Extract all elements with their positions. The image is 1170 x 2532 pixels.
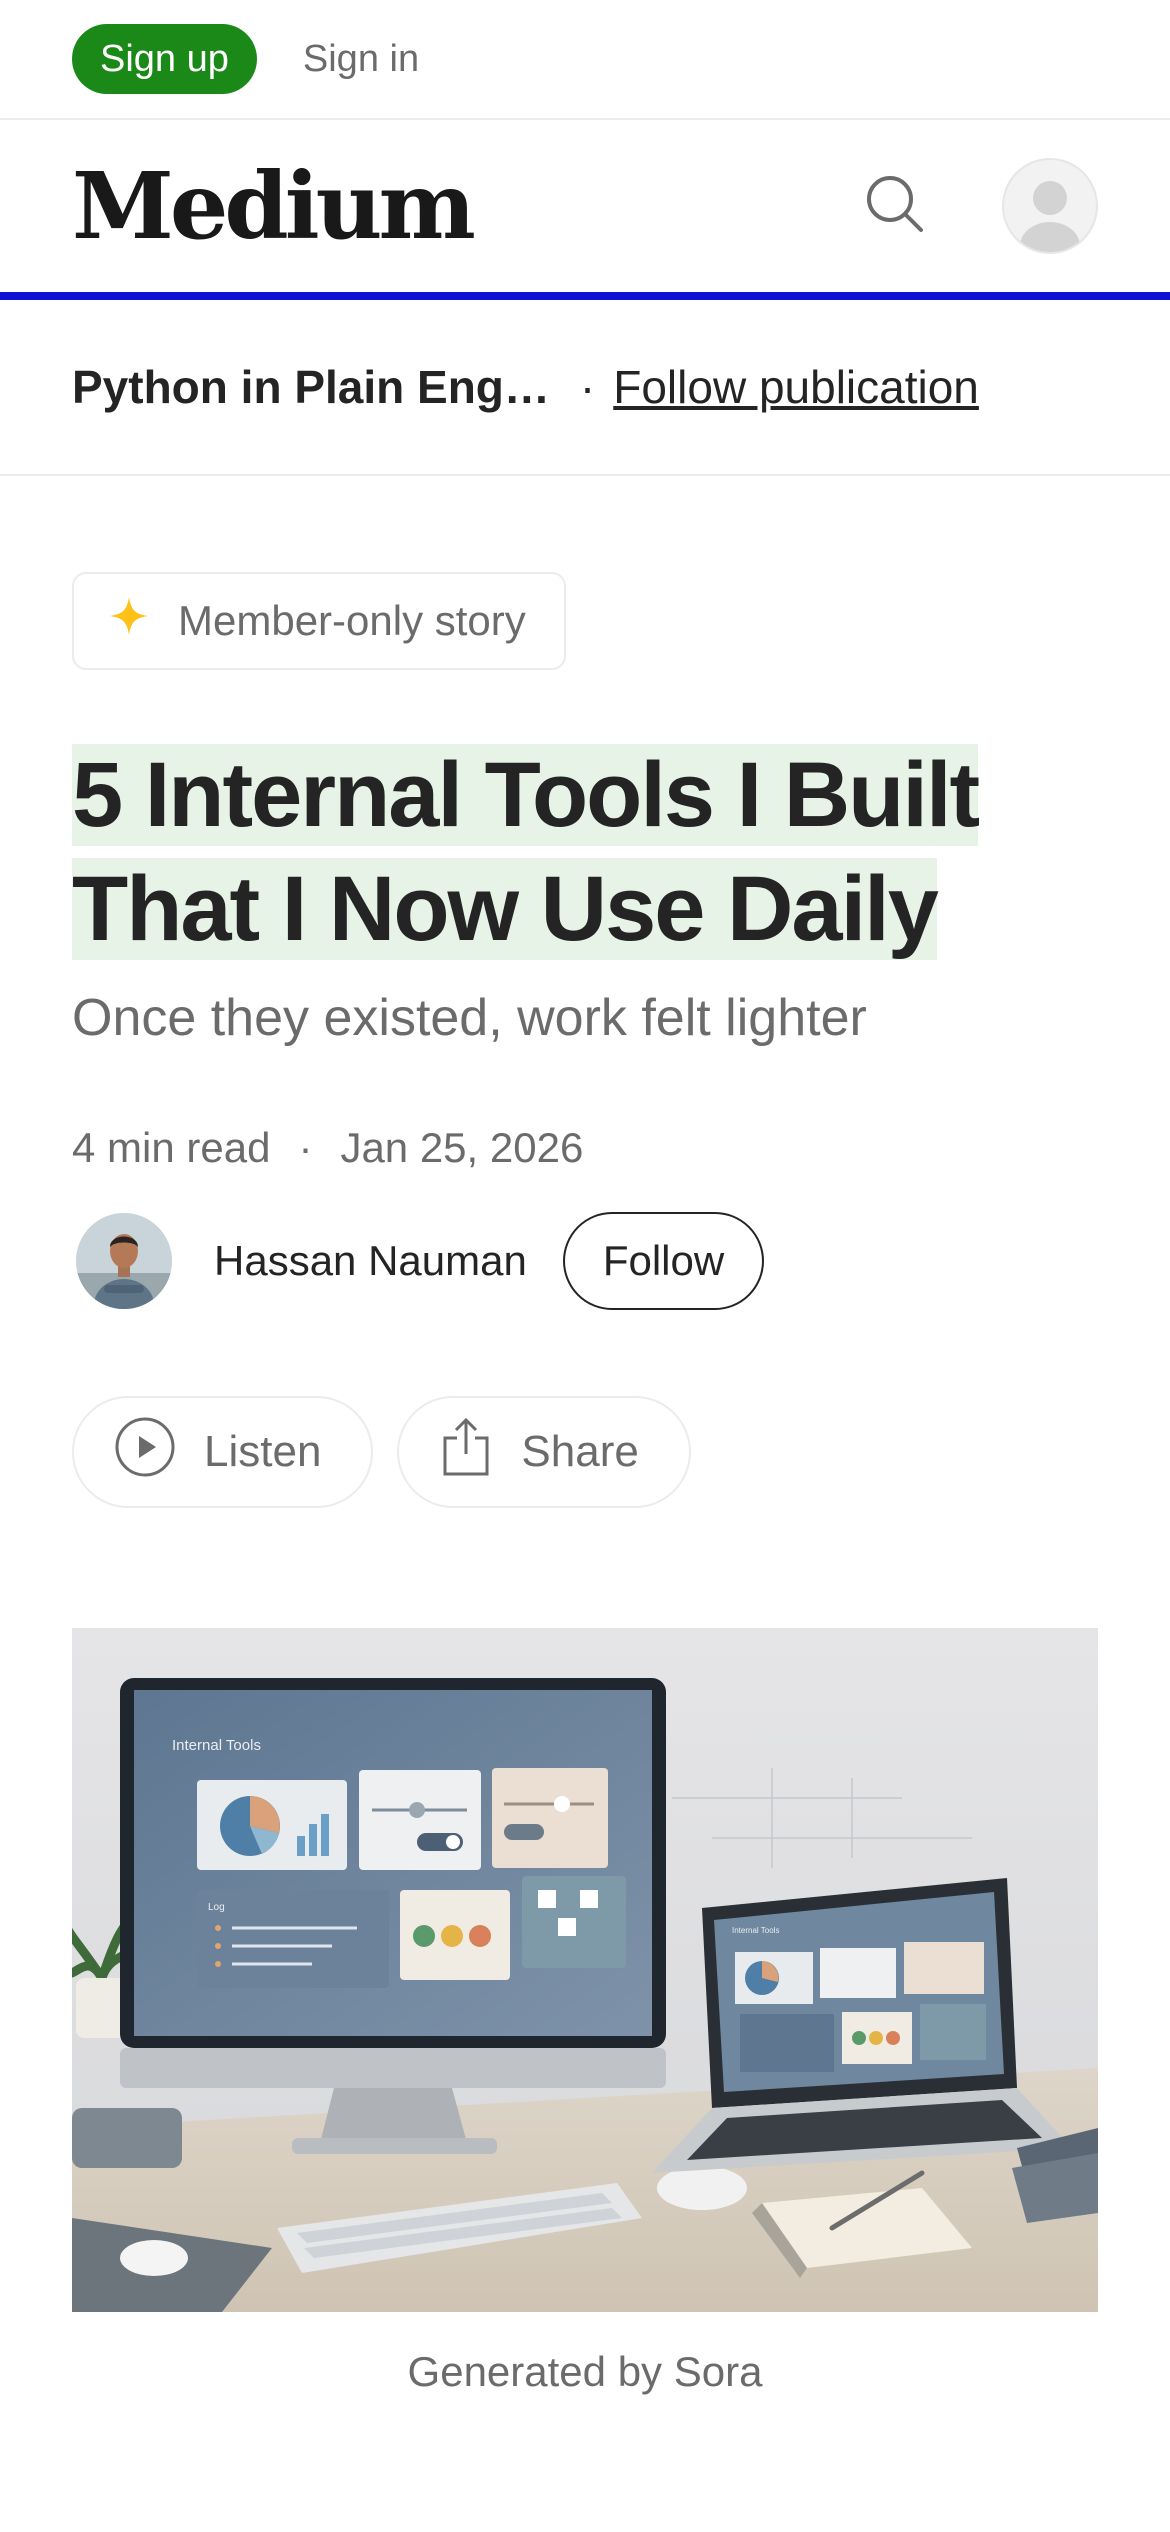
separator: · <box>579 361 596 413</box>
search-icon[interactable] <box>864 173 926 240</box>
author-name[interactable]: Hassan Nauman <box>214 1237 527 1285</box>
listen-label: Listen <box>204 1427 322 1476</box>
share-icon <box>439 1416 493 1489</box>
sign-up-button[interactable]: Sign up <box>72 24 257 94</box>
article-title: 5 Internal Tools I Built That I Now Use … <box>72 738 1098 966</box>
follow-publication-link[interactable]: Follow publication <box>613 360 979 414</box>
share-label: Share <box>521 1427 639 1476</box>
publish-date: Jan 25, 2026 <box>340 1124 584 1171</box>
follow-author-button[interactable]: Follow <box>562 1212 765 1310</box>
badge-label: Member-only story <box>178 597 526 644</box>
sign-in-link[interactable]: Sign in <box>303 38 419 81</box>
log-label: Log <box>208 1902 225 1913</box>
image-caption: Generated by Sora <box>407 2348 763 2395</box>
publication-bar: Python in Plain Eng… · Follow publicatio… <box>0 300 1170 476</box>
hero-image: Internal Tools Log Internal Tools <box>72 1628 1098 2312</box>
member-only-badge: Member-only story <box>72 572 566 670</box>
article-meta: 4 min read · Jan 25, 2026 <box>72 1124 1098 1172</box>
header-actions <box>864 158 1098 254</box>
top-bar: Sign up Sign in <box>0 0 1170 120</box>
share-button[interactable]: Share <box>397 1396 691 1508</box>
title-line-1: 5 Internal Tools I Built <box>72 744 980 846</box>
article-actions: Listen Share <box>72 1396 1098 1508</box>
monitor-label: Internal Tools <box>172 1737 261 1754</box>
medium-logo[interactable]: Medium <box>72 152 476 260</box>
header: Medium <box>0 120 1170 292</box>
sparkle-icon <box>108 595 150 647</box>
publication-name[interactable]: Python in Plain Eng… <box>72 360 550 414</box>
meta-separator: · <box>298 1124 313 1171</box>
listen-button[interactable]: Listen <box>72 1396 374 1508</box>
author-row: Hassan Nauman Follow <box>72 1212 1098 1310</box>
title-line-2: That I Now Use Daily <box>72 858 939 960</box>
article-subtitle: Once they existed, work felt lighter <box>72 989 867 1047</box>
laptop-label: Internal Tools <box>732 1926 779 1935</box>
article: Member-only story 5 Internal Tools I Bui… <box>0 476 1170 2396</box>
user-avatar-icon[interactable] <box>1002 158 1098 254</box>
play-icon <box>114 1416 176 1489</box>
author-avatar[interactable] <box>76 1213 172 1309</box>
reading-progress-bar <box>0 292 1170 300</box>
read-time: 4 min read <box>72 1124 271 1171</box>
